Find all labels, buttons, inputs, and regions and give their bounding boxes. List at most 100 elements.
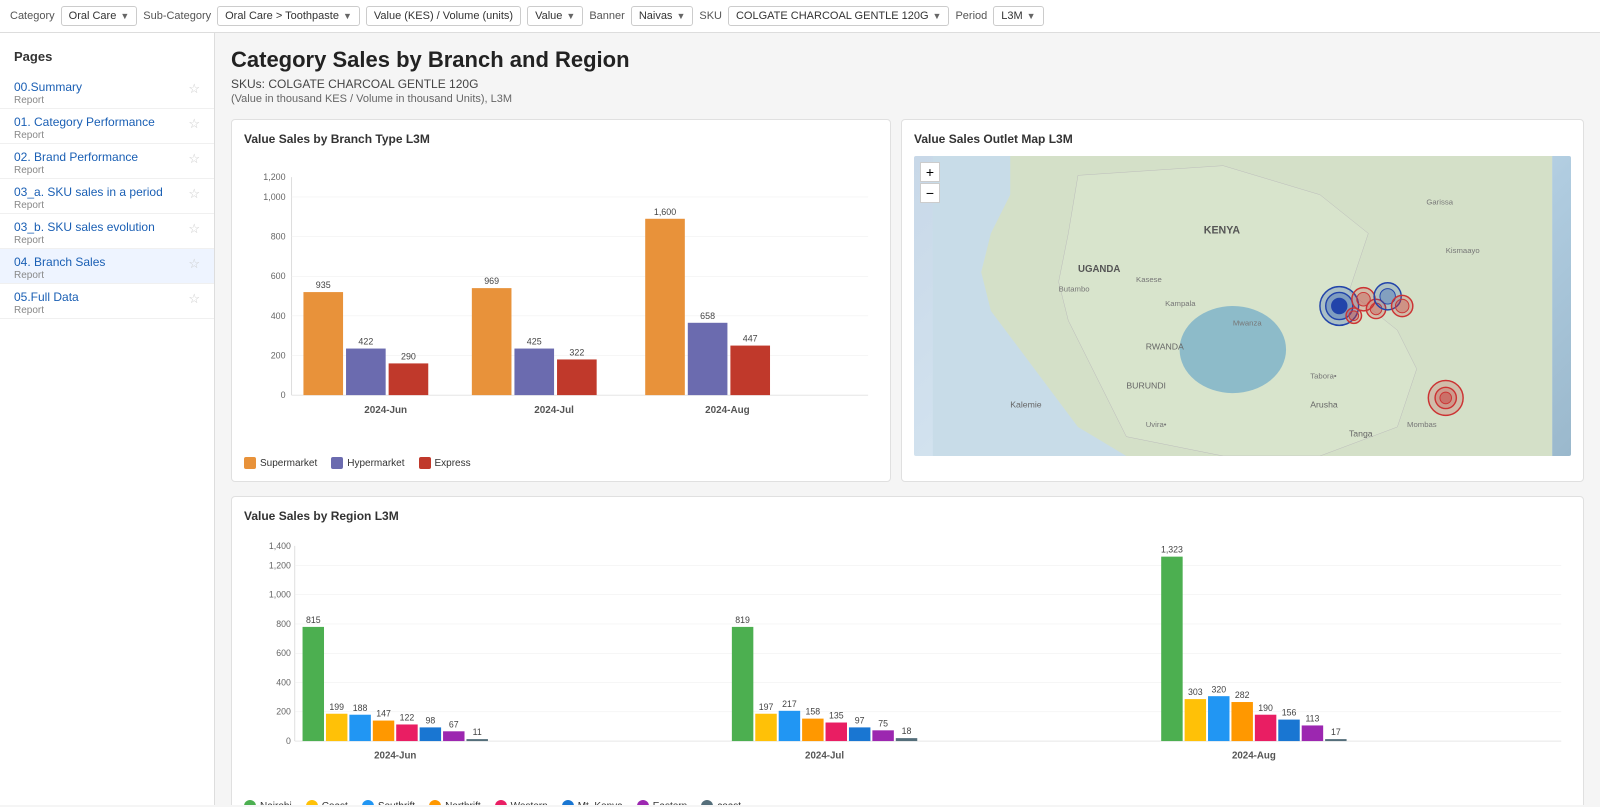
value-volume-dropdown[interactable]: Value (KES) / Volume (units) [366,6,521,26]
butambo-label: Butambo [1059,284,1090,293]
sidebar-item-4[interactable]: 03_b. SKU sales evolution Report ☆ [0,214,214,249]
svg-text:17: 17 [1331,727,1341,737]
supermarket-color [244,457,256,469]
sidebar-item-name-4: 03_b. SKU sales evolution [14,220,188,234]
legend-hypermarket: Hypermarket [331,457,404,469]
sidebar: Pages 00.Summary Report ☆ 01. Category P… [0,33,215,805]
sidebar-item-sub-3: Report [14,200,188,211]
sidebar-star-3[interactable]: ☆ [188,186,200,202]
svg-text:190: 190 [1258,703,1273,713]
uvira-label: Uvira• [1146,420,1167,429]
sidebar-item-sub-1: Report [14,130,188,141]
region-chart-title: Value Sales by Region L3M [244,509,1571,523]
sidebar-item-0[interactable]: 00.Summary Report ☆ [0,74,214,109]
sidebar-item-name-1: 01. Category Performance [14,115,188,129]
svg-text:75: 75 [878,718,888,728]
svg-text:197: 197 [759,702,774,712]
svg-text:447: 447 [743,334,758,344]
mombasa-label: Mombas [1407,420,1437,429]
svg-text:217: 217 [782,699,797,709]
svg-text:1,000: 1,000 [269,590,291,600]
svg-text:1,323: 1,323 [1161,545,1183,555]
sidebar-star-2[interactable]: ☆ [188,151,200,167]
sidebar-star-1[interactable]: ☆ [188,116,200,132]
kismaayo-label: Kismaayo [1446,246,1480,255]
sidebar-star-4[interactable]: ☆ [188,221,200,237]
legend-western: Western [495,800,548,805]
svg-text:2024-Jun: 2024-Jun [374,751,416,762]
svg-text:147: 147 [376,709,391,719]
content-area: Category Sales by Branch and Region SKUs… [215,33,1600,805]
svg-text:1,400: 1,400 [269,541,291,551]
svg-text:122: 122 [400,713,415,723]
value-dropdown[interactable]: Value ▼ [527,6,583,26]
map-svg: KENYA UGANDA RWANDA BURUNDI Kalemie Arus… [914,156,1571,456]
svg-text:1,200: 1,200 [263,172,285,182]
value-arrow: ▼ [566,11,575,21]
svg-text:2024-Jul: 2024-Jul [534,405,574,416]
zoom-out-button[interactable]: − [920,183,940,203]
sidebar-item-name-6: 05.Full Data [14,290,188,304]
period-dropdown[interactable]: L3M ▼ [993,6,1043,26]
category-dropdown-arrow: ▼ [120,11,129,21]
sidebar-item-5[interactable]: 04. Branch Sales Report ☆ [0,249,214,284]
sidebar-star-0[interactable]: ☆ [188,81,200,97]
svg-text:2024-Aug: 2024-Aug [705,405,750,416]
filter-bar: Category Oral Care ▼ Sub-Category Oral C… [0,0,1600,33]
svg-text:156: 156 [1282,708,1297,718]
svg-text:969: 969 [484,276,499,286]
svg-text:0: 0 [286,736,291,746]
svg-text:600: 600 [276,648,291,658]
main-layout: Pages 00.Summary Report ☆ 01. Category P… [0,33,1600,805]
sidebar-star-5[interactable]: ☆ [188,256,200,272]
region-chart: Value Sales by Region L3M 0 200 400 600 … [231,496,1584,805]
svg-text:819: 819 [735,615,750,625]
express-color [419,457,431,469]
zoom-in-button[interactable]: + [920,162,940,182]
legend-mt-kenya: Mt. Kenya [562,800,623,805]
map-zoom-controls: + − [920,162,940,203]
sku-arrow: ▼ [933,11,942,21]
arusha-label: Arusha [1310,400,1338,410]
banner-arrow: ▼ [676,11,685,21]
region-chart-legend: Nairobi Coast Southrift Northrift Wester… [244,800,1571,805]
svg-text:800: 800 [276,619,291,629]
svg-text:282: 282 [1235,690,1250,700]
svg-text:2024-Jun: 2024-Jun [364,405,407,416]
category-label: Category [10,10,55,22]
rwanda-label: RWANDA [1146,342,1184,352]
sidebar-item-sub-2: Report [14,165,188,176]
sidebar-item-name-0: 00.Summary [14,80,188,94]
svg-text:400: 400 [276,677,291,687]
uganda-label: UGANDA [1078,264,1120,275]
legend-northrift: Northrift [429,800,481,805]
page-title: Category Sales by Branch and Region [231,47,1584,73]
sidebar-star-6[interactable]: ☆ [188,291,200,307]
svg-text:322: 322 [569,347,584,357]
sidebar-item-3[interactable]: 03_a. SKU sales in a period Report ☆ [0,179,214,214]
svg-text:200: 200 [276,707,291,717]
top-charts-row: Value Sales by Branch Type L3M 0 200 400 [231,119,1584,482]
banner-dropdown[interactable]: Naivas ▼ [631,6,694,26]
kenya-label: KENYA [1204,224,1241,236]
legend-southrift: Southrift [362,800,415,805]
svg-text:199: 199 [329,702,344,712]
svg-text:200: 200 [271,350,286,360]
breadcrumb-dropdown[interactable]: Oral Care > Toothpaste ▼ [217,6,360,26]
svg-text:600: 600 [271,271,286,281]
sidebar-item-2[interactable]: 02. Brand Performance Report ☆ [0,144,214,179]
sidebar-pages-title: Pages [0,45,214,74]
sidebar-item-1[interactable]: 01. Category Performance Report ☆ [0,109,214,144]
svg-text:98: 98 [425,715,435,725]
sidebar-item-6[interactable]: 05.Full Data Report ☆ [0,284,214,319]
breadcrumb-arrow: ▼ [343,11,352,21]
category-dropdown[interactable]: Oral Care ▼ [61,6,138,26]
sidebar-item-sub-6: Report [14,305,188,316]
kampala-label: Kampala [1165,299,1196,308]
branch-type-chart: Value Sales by Branch Type L3M 0 200 400 [231,119,891,482]
region-chart-svg: 0 200 400 600 800 1,000 1,200 1,400 815 … [244,533,1571,793]
svg-text:290: 290 [401,351,416,361]
page-note: (Value in thousand KES / Volume in thous… [231,93,1584,105]
sku-dropdown[interactable]: COLGATE CHARCOAL GENTLE 120G ▼ [728,6,949,26]
sidebar-item-sub-5: Report [14,270,188,281]
